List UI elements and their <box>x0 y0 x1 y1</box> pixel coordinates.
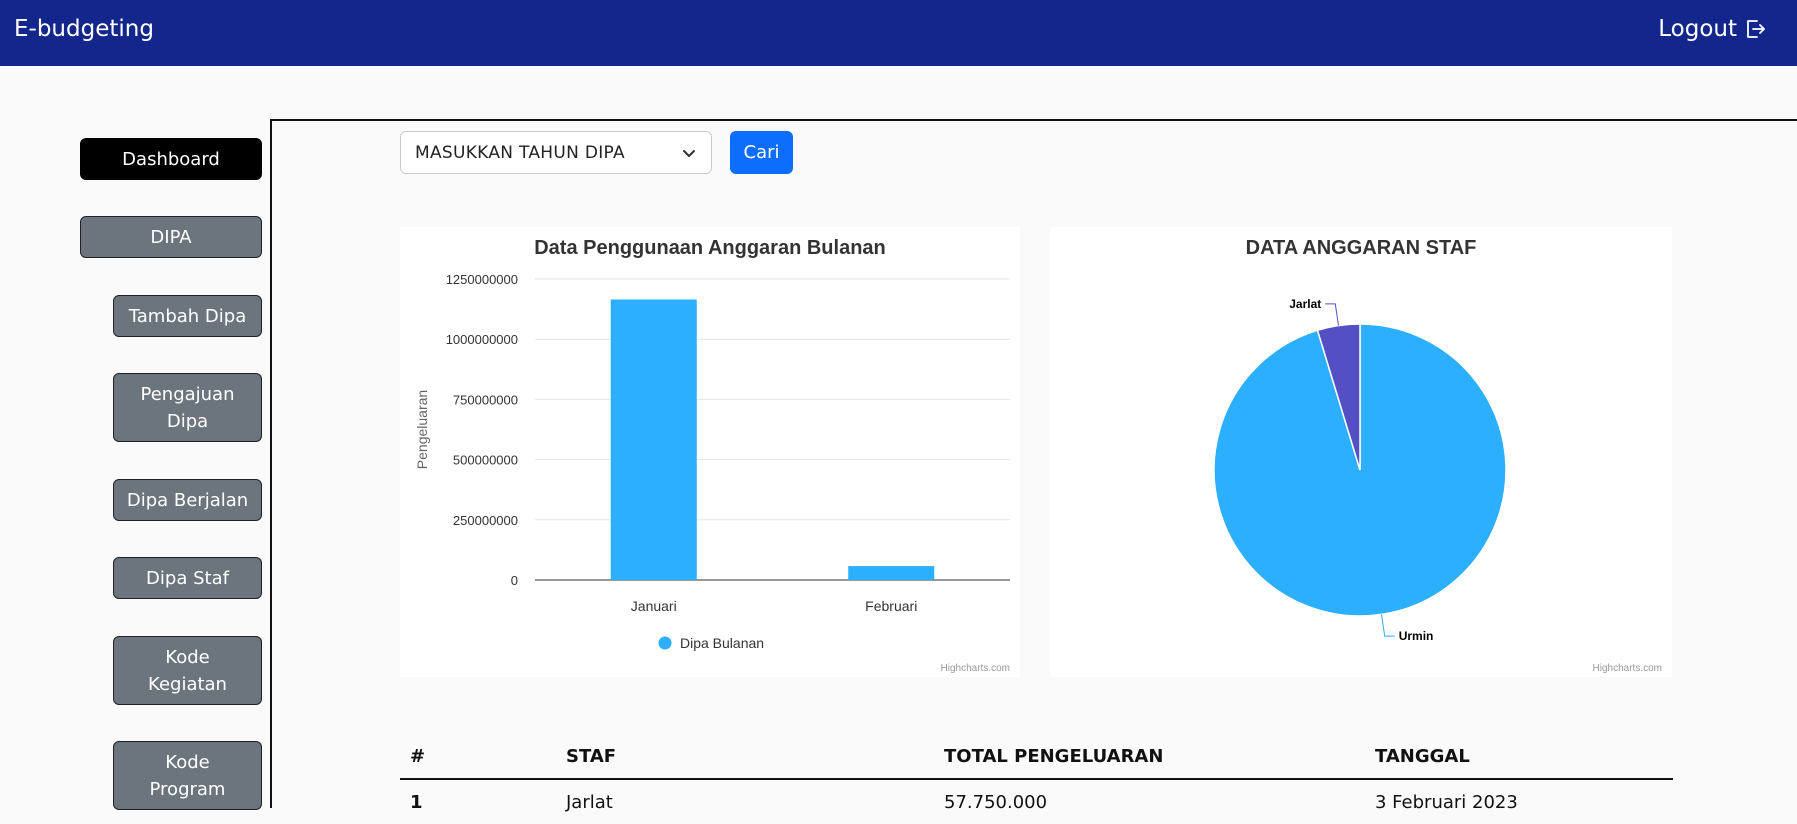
chevron-down-icon <box>683 150 695 157</box>
table-row: 1 Jarlat 57.750.000 3 Februari 2023 <box>400 779 1673 824</box>
table-header-row: # STAF TOTAL PENGELUARAN TANGGAL <box>400 734 1673 780</box>
app-brand[interactable]: E-budgeting <box>14 16 154 42</box>
y-tick-label: 750000000 <box>453 392 518 407</box>
column-header-index: # <box>400 734 556 780</box>
legend-marker <box>658 636 672 650</box>
column-header-tanggal: TANGGAL <box>1365 734 1673 780</box>
pie-chart: DATA ANGGARAN STAF Urmin Jarlat Highcharts.… <box>1213 237 1662 674</box>
sidebar-item-dipa-berjalan[interactable]: Dipa Berjalan <box>113 479 262 521</box>
row-total: 57.750.000 <box>944 791 1048 813</box>
logout-button[interactable]: Logout <box>1658 16 1767 42</box>
bar-chart: Data Penggunaan Anggaran Bulanan 0 2500000… <box>414 237 1010 674</box>
chart-credit: Highcharts.com <box>941 663 1010 674</box>
y-tick-label: 1000000000 <box>446 332 518 347</box>
y-tick-label: 500000000 <box>453 453 518 468</box>
bar <box>848 566 935 580</box>
year-select[interactable]: MASUKKAN TAHUN DIPA <box>400 131 712 174</box>
search-button[interactable]: Cari <box>730 131 793 174</box>
bar <box>610 299 697 580</box>
sidebar-item-dipa-staf[interactable]: Dipa Staf <box>113 557 262 599</box>
row-index: 1 <box>410 791 423 813</box>
chart-credit: Highcharts.com <box>1593 663 1662 674</box>
column-header-total: TOTAL PENGELUARAN <box>934 734 1365 780</box>
bar-chart-card: Data Penggunaan Anggaran Bulanan 0 2500000… <box>400 227 1020 677</box>
chart-title: Data Penggunaan Anggaran Bulanan <box>534 237 886 259</box>
expense-table: # STAF TOTAL PENGELUARAN TANGGAL 1 Jarla… <box>400 734 1673 824</box>
sidebar-item-kode-program[interactable]: Kode Program <box>113 741 262 810</box>
column-header-staf: STAF <box>556 734 934 780</box>
sidebar-item-dipa[interactable]: DIPA <box>80 216 262 258</box>
sidebar-item-dashboard[interactable]: Dashboard <box>80 138 262 180</box>
y-tick-label: 250000000 <box>453 513 518 528</box>
legend-label: Dipa Bulanan <box>680 635 764 651</box>
pie-data-label: Jarlat <box>1289 297 1321 311</box>
pie-data-label: Urmin <box>1399 629 1434 643</box>
y-tick-label: 1250000000 <box>446 272 518 287</box>
pie-chart-card: DATA ANGGARAN STAF Urmin Jarlat Highcharts.… <box>1050 227 1672 677</box>
x-tick-label: Februari <box>865 598 917 614</box>
data-label-connector <box>1380 614 1395 637</box>
chart-title: DATA ANGGARAN STAF <box>1246 237 1477 259</box>
x-tick-label: Januari <box>631 598 677 614</box>
row-staf: Jarlat <box>566 791 613 813</box>
year-select-value: MASUKKAN TAHUN DIPA <box>415 142 625 163</box>
y-axis-label: Pengeluaran <box>414 390 430 469</box>
sidebar-item-kode-kegiatan[interactable]: Kode Kegiatan <box>113 636 262 705</box>
sidebar-item-tambah-dipa[interactable]: Tambah Dipa <box>113 295 262 337</box>
logout-label: Logout <box>1658 16 1737 42</box>
data-label-connector <box>1325 303 1340 326</box>
top-navbar: E-budgeting Logout <box>0 0 1797 66</box>
row-tanggal: 3 Februari 2023 <box>1375 791 1518 813</box>
sidebar-item-pengajuan-dipa[interactable]: Pengajuan Dipa <box>113 373 262 442</box>
logout-icon <box>1747 20 1765 38</box>
y-tick-label: 0 <box>511 573 518 588</box>
